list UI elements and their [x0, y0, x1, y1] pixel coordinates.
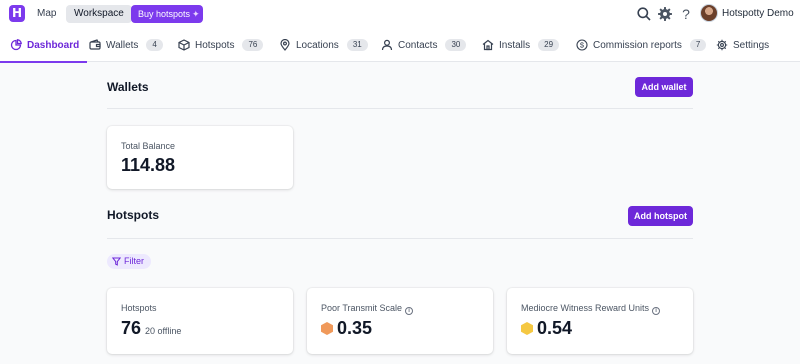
home-icon [482, 39, 494, 51]
count-badge: 76 [242, 39, 264, 51]
mediocre-witness-number: 0.54 [537, 318, 573, 338]
tab-label: Installs [499, 39, 531, 51]
tab-hotspots[interactable]: Hotspots 76 [178, 28, 264, 62]
avatar[interactable] [700, 4, 718, 22]
tab-label: Settings [733, 39, 770, 51]
cube-icon [178, 39, 190, 51]
tab-commission-reports[interactable]: $ Commission reports 7 [576, 28, 707, 62]
count-badge: 30 [445, 39, 467, 51]
total-balance-label: Total Balance [121, 141, 176, 151]
sparkle-icon: ✦ [192, 9, 200, 19]
add-hotspot-button[interactable]: Add hotspot [628, 206, 693, 226]
dollar-icon: $ [576, 39, 588, 51]
tab-contacts[interactable]: Contacts 30 [381, 28, 467, 62]
nav-map-link[interactable]: Map [37, 8, 56, 19]
divider [107, 238, 693, 239]
filter-icon [112, 257, 121, 266]
tab-label: Wallets [106, 39, 139, 51]
poor-transmit-scale-label: Poor Transmit Scale i [321, 303, 414, 315]
info-icon[interactable]: i [652, 307, 661, 315]
mediocre-witness-card: Mediocre Witness Reward Units i 0.54 [507, 288, 693, 354]
poor-transmit-scale-text: Poor Transmit Scale [321, 303, 403, 313]
offline-count: 20 offline [145, 326, 182, 336]
wallet-icon [89, 39, 101, 50]
tab-label: Dashboard [27, 39, 80, 51]
filter-label: Filter [124, 256, 144, 266]
hotspots-count-value: 76 20 offline [121, 318, 181, 339]
gear-icon[interactable] [657, 6, 673, 22]
tab-label: Hotspots [195, 39, 235, 51]
mediocre-witness-value: 0.54 [521, 318, 572, 339]
tab-label: Contacts [398, 39, 438, 51]
wallets-section-title: Wallets [107, 80, 149, 94]
user-name[interactable]: Hotspotty Demo [722, 8, 794, 19]
buy-hotspots-label: Buy hotspots [138, 9, 191, 19]
mediocre-witness-text: Mediocre Witness Reward Units [521, 303, 650, 313]
hexagon-icon [521, 322, 533, 335]
top-bar: H Map Workspace Buy hotspots ✦ ? Hotspott… [0, 0, 800, 28]
total-balance-value: 114.88 [121, 155, 176, 175]
hexagon-icon [321, 322, 333, 335]
add-wallet-button[interactable]: Add wallet [635, 77, 693, 97]
count-badge: 7 [689, 39, 707, 51]
filter-button[interactable]: Filter [107, 254, 151, 269]
poor-transmit-scale-card: Poor Transmit Scale i 0.35 [307, 288, 493, 354]
info-icon[interactable]: i [405, 307, 414, 315]
svg-text:$: $ [580, 41, 585, 50]
settings-icon [716, 39, 728, 51]
user-icon [381, 39, 393, 51]
hotspots-section-title: Hotspots [107, 208, 159, 222]
hotspots-count-card: Hotspots 76 20 offline [107, 288, 293, 354]
tab-label: Commission reports [593, 39, 682, 51]
help-icon[interactable]: ? [678, 6, 694, 22]
app-logo[interactable]: H [9, 5, 25, 22]
mediocre-witness-label: Mediocre Witness Reward Units i [521, 303, 661, 315]
tab-label: Locations [296, 39, 339, 51]
total-balance-card: Total Balance 114.88 [107, 126, 293, 189]
dashboard-icon [10, 39, 22, 51]
svg-text:?: ? [682, 6, 690, 22]
buy-hotspots-button[interactable]: Buy hotspots ✦ [131, 5, 203, 23]
count-badge: 31 [346, 39, 368, 51]
tab-installs[interactable]: Installs 29 [482, 28, 560, 62]
tab-bar: Dashboard Wallets 4 Hotspots 76 Location… [0, 28, 800, 63]
poor-transmit-scale-value: 0.35 [321, 318, 372, 339]
hotspots-count-label: Hotspots [121, 303, 157, 313]
search-icon[interactable] [636, 6, 652, 22]
tab-dashboard[interactable]: Dashboard [0, 28, 88, 63]
divider [107, 108, 693, 109]
map-pin-icon [280, 39, 290, 51]
tab-settings[interactable]: Settings [716, 28, 769, 62]
poor-transmit-scale-number: 0.35 [337, 318, 373, 338]
tab-locations[interactable]: Locations 31 [279, 28, 368, 62]
nav-workspace-link[interactable]: Workspace [66, 5, 132, 23]
count-badge: 4 [146, 39, 163, 51]
tab-wallets[interactable]: Wallets 4 [89, 28, 163, 62]
hotspots-count-number: 76 [121, 318, 142, 338]
count-badge: 29 [538, 39, 560, 51]
